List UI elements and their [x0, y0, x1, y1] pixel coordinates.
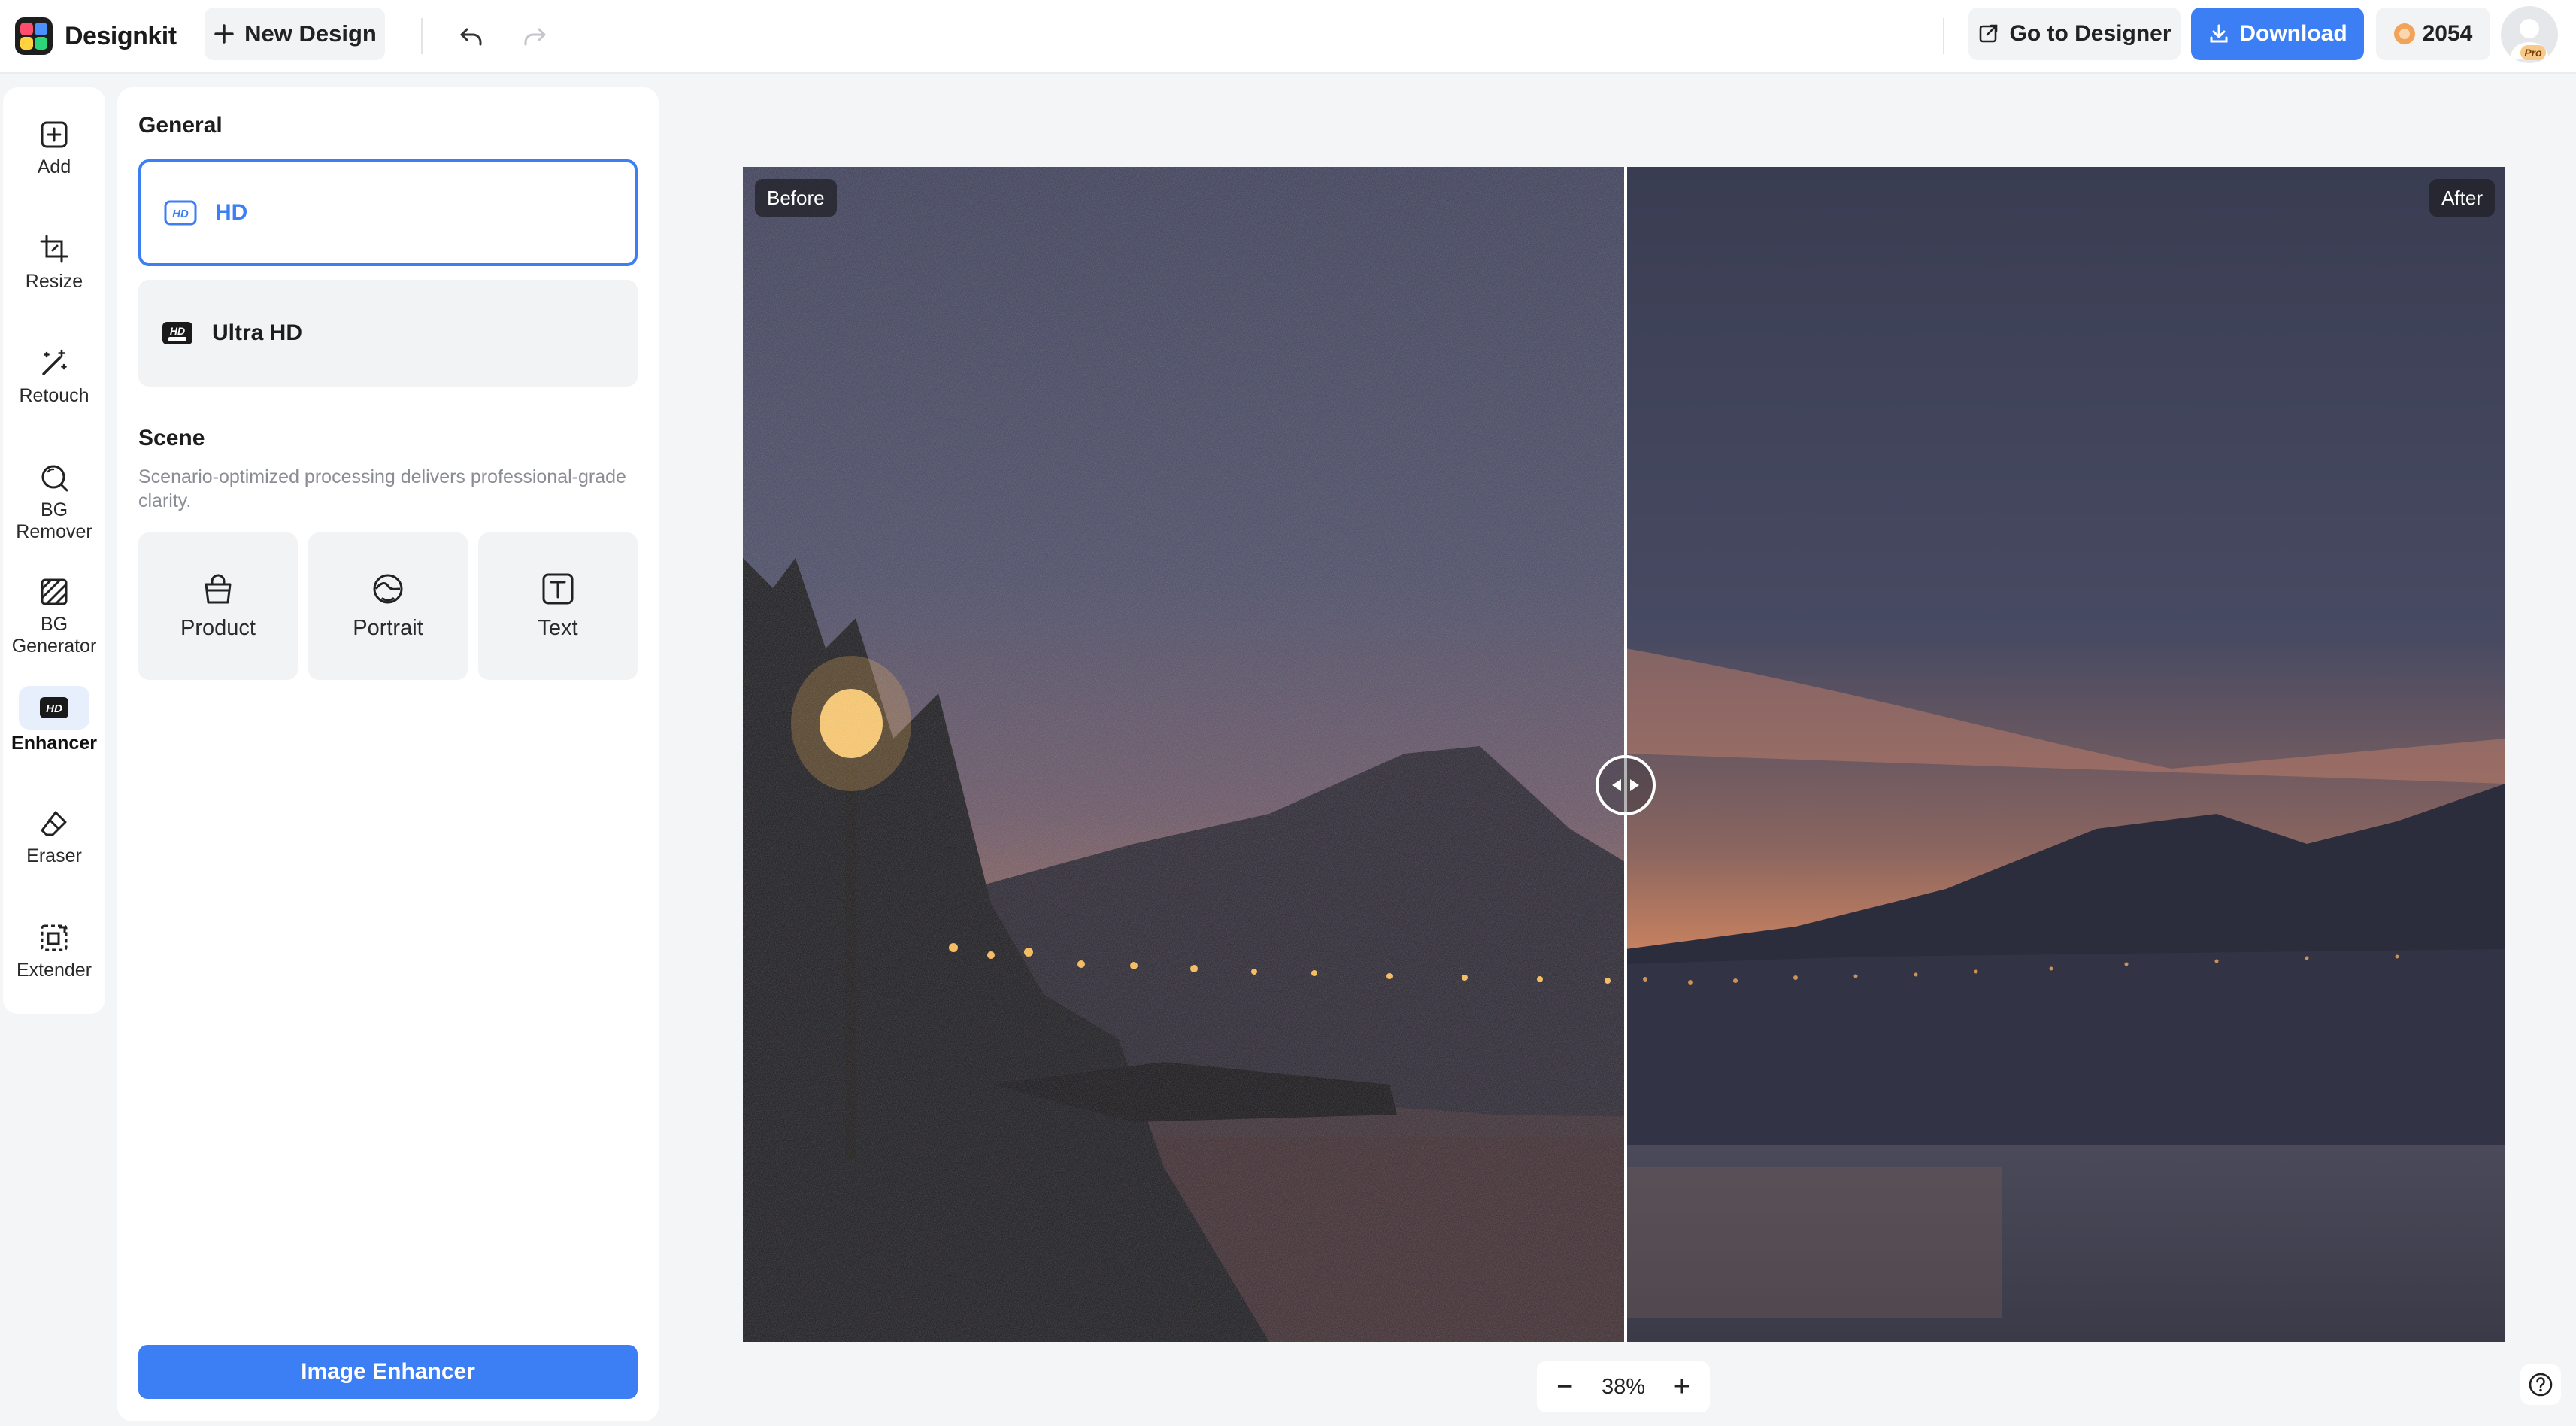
rail-item-label: Eraser [26, 845, 82, 866]
extender-icon [35, 919, 73, 957]
ultra-hd-icon: HD [162, 322, 192, 344]
rail-item-retouch[interactable]: Retouch [3, 344, 105, 407]
scene-label: Product [180, 615, 256, 640]
bg-generator-icon [35, 573, 73, 611]
rail-item-label: Enhancer [11, 733, 97, 754]
new-design-button[interactable]: New Design [205, 8, 385, 60]
rail-item-label: Extender [16, 960, 92, 981]
arrow-right-icon [1630, 779, 1639, 791]
go-to-designer-button[interactable]: Go to Designer [1968, 8, 2181, 60]
after-label: After [2429, 179, 2495, 217]
top-bar: Designkit New Design Go to Designer Down… [0, 0, 2576, 74]
face-icon [373, 574, 403, 603]
general-title: General [138, 113, 223, 138]
help-icon [2529, 1373, 2553, 1397]
scene-description: Scenario-optimized processing delivers p… [138, 466, 626, 511]
new-design-label: New Design [244, 20, 377, 47]
arrow-left-icon [1612, 779, 1621, 791]
redo-button[interactable] [514, 17, 555, 57]
help-button[interactable] [2520, 1364, 2561, 1405]
scene-label: Text [538, 615, 578, 640]
magic-wand-icon [35, 344, 73, 382]
rail-item-enhancer[interactable]: HD Enhancer [3, 686, 105, 754]
before-after-canvas[interactable]: Before After [743, 167, 2505, 1342]
image-enhancer-button[interactable]: Image Enhancer [138, 1345, 638, 1399]
after-image [1626, 167, 2505, 1342]
svg-text:HD: HD [46, 702, 62, 715]
before-image [743, 167, 1626, 1342]
zoom-control: − 38% + [1537, 1361, 1710, 1412]
option-ultra-hd[interactable]: HD Ultra HD [138, 280, 638, 387]
rail-item-label: BG Remover [16, 499, 92, 542]
download-icon [2210, 24, 2228, 43]
bg-remover-icon [35, 459, 73, 496]
scene-product[interactable]: Product [138, 532, 298, 680]
download-button[interactable]: Download [2191, 8, 2364, 60]
rail-item-bg-remover[interactable]: BG Remover [3, 459, 105, 543]
undo-button[interactable] [451, 17, 492, 57]
rail-item-extender[interactable]: Extender [3, 919, 105, 982]
rail-item-label: Retouch [19, 385, 89, 406]
credits-counter[interactable]: 2054 [2376, 8, 2490, 60]
redo-icon [524, 28, 546, 46]
option-hd[interactable]: HD HD [138, 159, 638, 266]
before-label: Before [755, 179, 837, 217]
zoom-in-button[interactable]: + [1674, 1373, 1690, 1401]
coin-icon [2393, 23, 2415, 44]
option-label: Ultra HD [212, 320, 303, 345]
svg-text:HD: HD [172, 208, 189, 220]
rail-item-add[interactable]: Add [3, 116, 105, 178]
comparison-divider[interactable] [1624, 167, 1627, 1342]
scene-portrait[interactable]: Portrait [308, 532, 468, 680]
scene-text[interactable]: Text [478, 532, 638, 680]
undo-icon [460, 28, 482, 46]
plus-icon [214, 24, 234, 44]
hd-icon: HD [164, 200, 197, 226]
bag-icon [205, 574, 232, 603]
designkit-logo-icon [15, 17, 53, 55]
tool-rail: Add Resize Retouch BG Remover BG Generat… [3, 87, 105, 1014]
pro-badge: Pro [2520, 45, 2546, 60]
go-to-designer-label: Go to Designer [2009, 21, 2171, 46]
rail-item-label: Resize [25, 271, 83, 292]
toolbar-divider [1943, 18, 1944, 54]
brand[interactable]: Designkit [15, 17, 177, 56]
text-icon [542, 573, 574, 604]
zoom-out-button[interactable]: − [1556, 1373, 1573, 1401]
option-label: HD [215, 200, 248, 225]
enhancer-panel: General HD HD HD Ultra HD Scene Scenario… [117, 87, 659, 1421]
rail-item-eraser[interactable]: Eraser [3, 805, 105, 867]
rail-item-label: Add [37, 156, 71, 177]
toolbar-divider [421, 18, 423, 54]
open-designer-icon [1980, 24, 1998, 43]
download-label: Download [2239, 21, 2347, 46]
hd-icon: HD [19, 686, 89, 730]
svg-text:HD: HD [170, 325, 185, 337]
add-square-icon [35, 116, 73, 153]
rail-item-resize[interactable]: Resize [3, 230, 105, 293]
credits-value: 2054 [2422, 21, 2473, 46]
crop-icon [35, 230, 73, 268]
brand-name: Designkit [65, 21, 177, 50]
comparison-handle[interactable] [1596, 755, 1656, 815]
zoom-level: 38% [1601, 1374, 1646, 1399]
scene-title: Scene [138, 426, 205, 451]
eraser-icon [35, 805, 73, 842]
rail-item-label: BG Generator [11, 614, 97, 657]
scene-label: Portrait [353, 615, 423, 640]
rail-item-bg-generator[interactable]: BG Generator [3, 573, 105, 657]
